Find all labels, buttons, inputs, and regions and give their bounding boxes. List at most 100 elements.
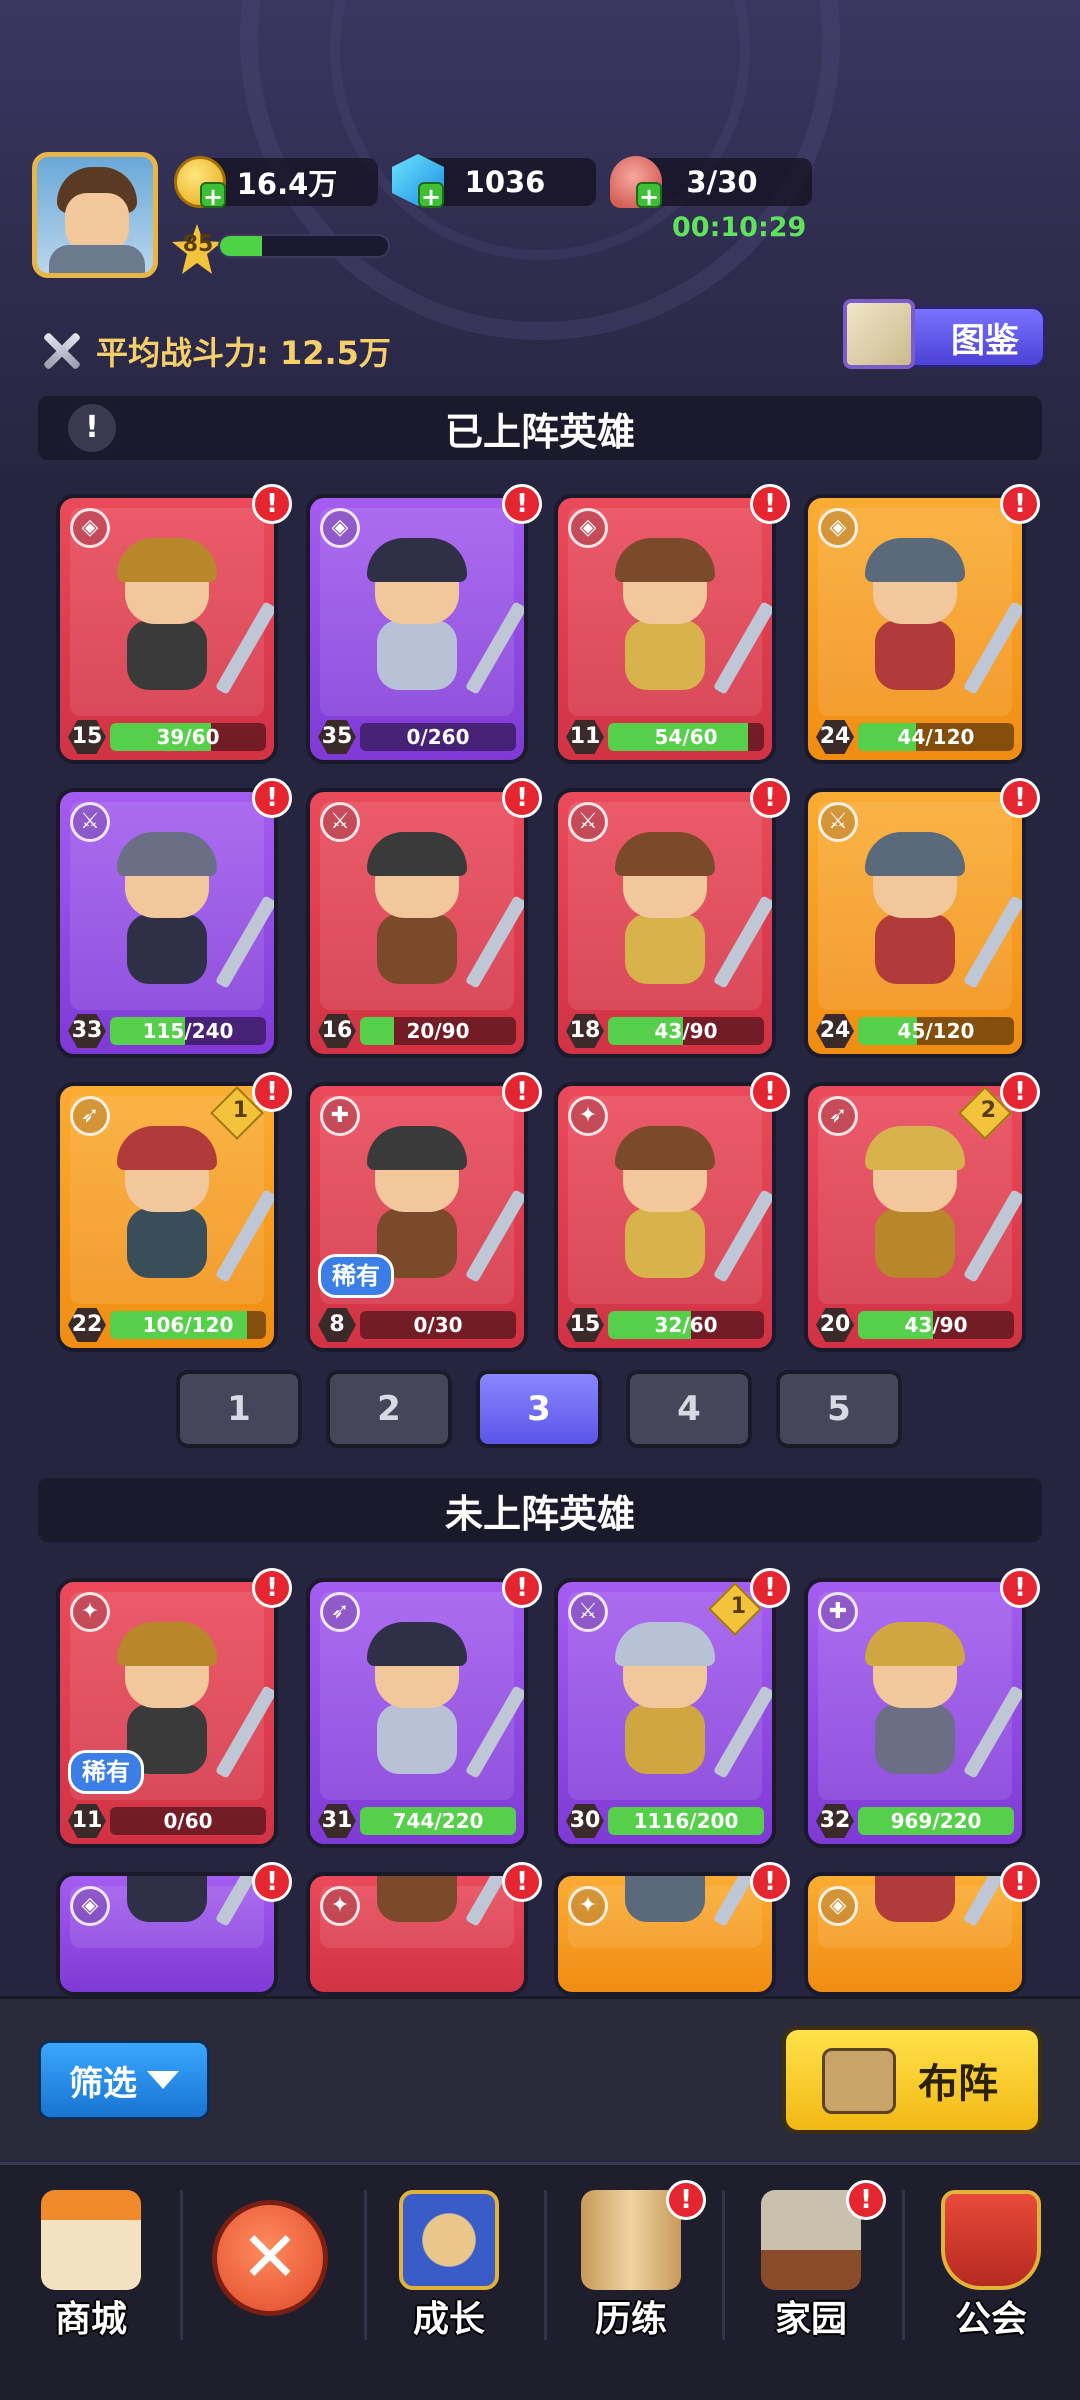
nav-guild[interactable]: 公会 [906, 2180, 1076, 2380]
hero-armor [625, 914, 705, 984]
hero-figure [605, 1622, 772, 1792]
alert-badge-icon: ! [1000, 1072, 1040, 1112]
alert-badge-icon: ! [252, 1072, 292, 1112]
hero-level: 8 [318, 1308, 356, 1342]
hero-level: 20 [816, 1308, 854, 1342]
bow-icon: ➶ [320, 1592, 360, 1632]
nav-shop[interactable]: 商城 [6, 2180, 176, 2380]
hero-status: 20 43/90 [816, 1308, 1014, 1342]
hero-level: 30 [566, 1804, 604, 1838]
page-2-button[interactable]: 2 [326, 1370, 452, 1448]
nav-home[interactable]: ! 家园 [726, 2180, 896, 2380]
hero-card[interactable]: ✚ 稀有 8 0/30 [306, 1082, 528, 1352]
nav-divider [902, 2190, 905, 2340]
progress-text: 0/60 [163, 1809, 213, 1833]
filter-label: 筛选 [69, 2063, 137, 2104]
info-icon[interactable]: ! [68, 404, 116, 452]
hero-figure [357, 1622, 524, 1792]
book-icon [843, 299, 915, 369]
alert-badge-icon: ! [846, 2180, 886, 2220]
alert-badge-icon: ! [502, 1568, 542, 1608]
hero-figure [107, 1126, 274, 1296]
add-gems-button[interactable]: + [418, 182, 444, 210]
codex-button[interactable]: 图鉴 [843, 299, 1046, 369]
hero-level: 15 [566, 1308, 604, 1342]
progress-text: 44/120 [897, 725, 975, 749]
filter-button[interactable]: 筛选 [38, 2040, 210, 2120]
hero-armor [127, 914, 207, 984]
hero-figure [107, 538, 274, 708]
page-1-button[interactable]: 1 [176, 1370, 302, 1448]
hero-figure [357, 832, 524, 1002]
hero-status: 24 44/120 [816, 720, 1014, 754]
close-button[interactable]: ✕ [212, 2200, 328, 2316]
alert-badge-icon: ! [1000, 484, 1040, 524]
hero-card[interactable]: ➶ 31 744/220 [306, 1578, 528, 1848]
hero-card[interactable]: ◈ [56, 1872, 278, 1996]
hero-level: 24 [816, 1014, 854, 1048]
add-gold-button[interactable]: + [200, 182, 226, 210]
sword-icon: ⚔ [568, 802, 608, 842]
hero-card[interactable]: ✚ 32 969/220 [804, 1578, 1026, 1848]
page-5-button[interactable]: 5 [776, 1370, 902, 1448]
hero-card[interactable]: ⚔ 18 43/90 [554, 788, 776, 1058]
nav-growth-label: 成长 [412, 2299, 485, 2340]
undeployed-heroes-title: 未上阵英雄 [444, 1491, 635, 1536]
hero-shard-progress: 43/90 [608, 1017, 764, 1045]
alert-badge-icon: ! [502, 778, 542, 818]
avatar-face [65, 193, 129, 251]
hero-shard-progress: 32/60 [608, 1311, 764, 1339]
hero-card[interactable]: ◈ 15 39/60 [56, 494, 278, 764]
progress-text: 115/240 [142, 1019, 234, 1043]
hero-figure [605, 538, 772, 708]
progress-text: 32/60 [654, 1313, 718, 1337]
page-4-button[interactable]: 4 [626, 1370, 752, 1448]
hero-hair [615, 538, 715, 582]
staff-icon: ✦ [568, 1886, 608, 1926]
hero-card[interactable]: ⚔ 24 45/120 [804, 788, 1026, 1058]
hero-shard-progress: 39/60 [110, 723, 266, 751]
bow-icon: ➶ [70, 1096, 110, 1136]
hero-card[interactable]: ✦ [554, 1872, 776, 1996]
shield-icon: ◈ [320, 508, 360, 548]
hero-status: 15 39/60 [68, 720, 266, 754]
hero-figure [605, 1876, 772, 1940]
hero-card[interactable]: ➶ 1 22 106/120 [56, 1082, 278, 1352]
hero-card[interactable]: ◈ 24 44/120 [804, 494, 1026, 764]
hero-card[interactable]: ◈ 11 54/60 [554, 494, 776, 764]
hero-armor [625, 620, 705, 690]
hero-status: 32 969/220 [816, 1804, 1014, 1838]
sword-icon: ⚔ [320, 802, 360, 842]
hero-hair [615, 832, 715, 876]
progress-text: 20/90 [406, 1019, 470, 1043]
hero-card[interactable]: ⚔ 1 30 1116/200 [554, 1578, 776, 1848]
hero-figure [107, 832, 274, 1002]
hero-status: 16 20/90 [318, 1014, 516, 1048]
nav-trials[interactable]: ! 历练 [546, 2180, 716, 2380]
hero-hair [865, 832, 965, 876]
hero-card[interactable]: ➶ 2 20 43/90 [804, 1082, 1026, 1352]
hero-armor [875, 1876, 955, 1922]
progress-text: 106/120 [142, 1313, 234, 1337]
xp-bar-fill [220, 236, 262, 256]
formation-button[interactable]: 布阵 [782, 2026, 1042, 2134]
add-stamina-button[interactable]: + [636, 182, 662, 210]
hero-card[interactable]: ◈ 35 0/260 [306, 494, 528, 764]
page-3-button[interactable]: 3 [476, 1370, 602, 1448]
hero-card[interactable]: ✦ 15 32/60 [554, 1082, 776, 1352]
hero-card[interactable]: ⚔ 16 20/90 [306, 788, 528, 1058]
nav-growth[interactable]: 成长 [364, 2180, 534, 2380]
hero-status: 15 32/60 [566, 1308, 764, 1342]
hero-armor [377, 914, 457, 984]
hero-card[interactable]: ⚔ 33 115/240 [56, 788, 278, 1058]
hero-card[interactable]: ◈ [804, 1872, 1026, 1996]
hero-hair [367, 1126, 467, 1170]
hero-card[interactable]: ✦ 稀有 11 0/60 [56, 1578, 278, 1848]
alert-badge-icon: ! [252, 484, 292, 524]
player-avatar[interactable] [32, 152, 158, 278]
hero-status: 22 106/120 [68, 1308, 266, 1342]
progress-text: 969/220 [890, 1809, 982, 1833]
nav-shop-label: 商城 [54, 2299, 127, 2340]
hero-armor [127, 620, 207, 690]
hero-card[interactable]: ✦ [306, 1872, 528, 1996]
